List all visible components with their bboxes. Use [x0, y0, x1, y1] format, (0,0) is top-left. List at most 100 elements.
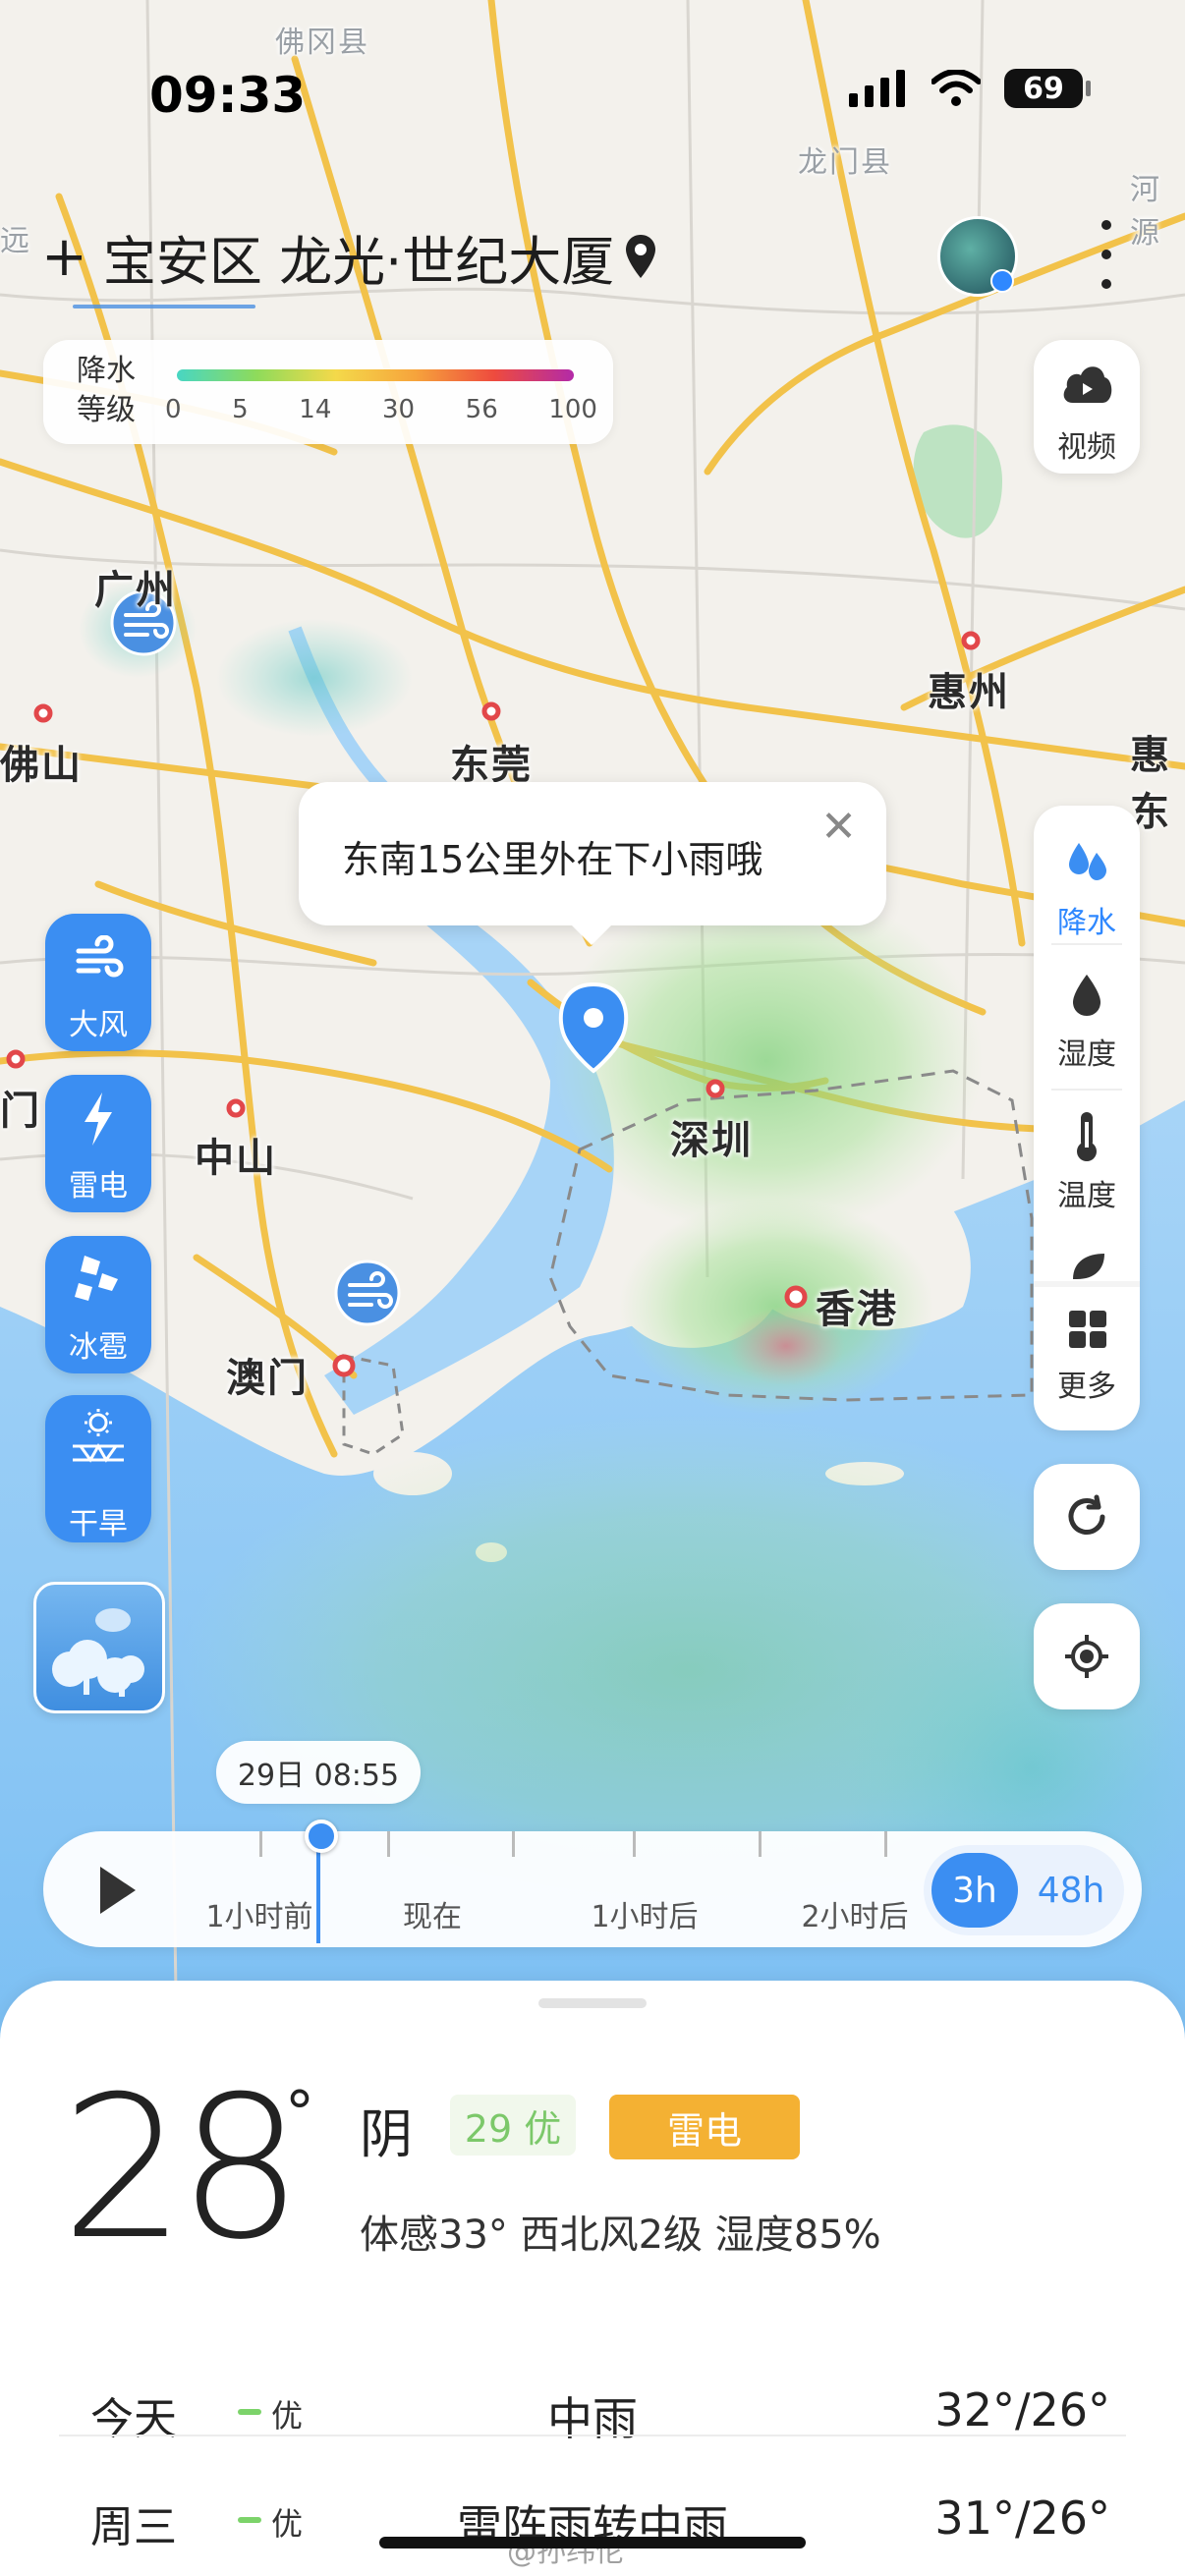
row-divider — [59, 2435, 1126, 2436]
wind-marker-icon[interactable] — [334, 1260, 401, 1326]
timeline-knob[interactable] — [305, 1820, 338, 1853]
video-button[interactable]: 视频 — [1034, 340, 1140, 474]
lightning-icon — [85, 1092, 112, 1146]
legend-ticks: 0 5 14 30 56 100 — [165, 395, 597, 424]
timeline-bar[interactable]: 1小时前 现在 1小时后 2小时后 3h 48h — [43, 1820, 1142, 1947]
locate-icon — [1065, 1635, 1108, 1678]
more-options-icon[interactable] — [1089, 220, 1124, 289]
humidity-drop-icon — [1073, 975, 1100, 1016]
refresh-icon — [1068, 1494, 1105, 1535]
tl-tick — [387, 1831, 390, 1857]
cloud-tree-icon — [52, 1608, 144, 1697]
layer-label: 降水 — [1057, 906, 1116, 940]
video-label: 视频 — [1057, 430, 1116, 465]
map-label-jiangmen: 门 — [0, 1089, 41, 1134]
wifi-icon — [931, 70, 981, 106]
wind-label: 大风 — [69, 1008, 128, 1042]
tl-tick — [259, 1831, 262, 1857]
rain-drops-icon — [1069, 843, 1106, 880]
hail-icon — [75, 1256, 118, 1301]
layer-panel: 降水 湿度 温度 更多 — [1034, 806, 1140, 1430]
tl-label: 2小时后 — [801, 1900, 909, 1934]
weather-detail: 体感33° 西北风2级 湿度85% — [360, 2212, 881, 2258]
current-temperature: 28 — [61, 2054, 303, 2283]
map-label-huizhou: 惠州 — [928, 670, 1010, 715]
legend-tick: 0 — [165, 395, 182, 424]
locate-button[interactable] — [1034, 1603, 1140, 1709]
map-label-guangzhou: 广州 — [94, 568, 177, 613]
range-toggle[interactable]: 3h 48h — [924, 1845, 1124, 1935]
weather-map[interactable]: 佛冈县 龙门县 河源 远 广州 佛山 东莞 惠州 惠东 门 深圳 中山 香港 澳… — [0, 0, 1185, 2063]
legend-tick: 14 — [299, 395, 332, 424]
tl-tick — [884, 1831, 887, 1857]
wind-icon — [76, 935, 124, 978]
home-indicator[interactable] — [379, 2537, 806, 2548]
drought-layer-button[interactable]: 干旱 — [45, 1395, 151, 1542]
wind-layer-button[interactable]: 大风 — [45, 914, 151, 1051]
weather-scene-thumbnail[interactable] — [33, 1582, 165, 1713]
cloud-play-icon — [1063, 366, 1112, 403]
layer-precipitation[interactable]: 降水 — [1034, 815, 1140, 953]
battery-indicator: 69 — [1004, 69, 1091, 108]
legend-tick: 5 — [232, 395, 249, 424]
play-icon[interactable] — [100, 1867, 136, 1914]
avatar-badge-icon — [990, 269, 1014, 293]
tl-tick — [633, 1831, 636, 1857]
map-label-heyuan: 河源 — [1130, 173, 1161, 251]
range-48h-option[interactable]: 48h — [1026, 1853, 1116, 1928]
layer-divider — [1051, 943, 1122, 945]
tl-tick — [759, 1831, 762, 1857]
map-label-zhongshan: 中山 — [195, 1136, 277, 1181]
drought-icon — [73, 1409, 124, 1463]
forecast-row[interactable]: 今天 优 中雨 32°/26° — [59, 2362, 1126, 2460]
status-icons: 69 — [849, 69, 1091, 108]
more-label: 更多 — [1057, 1370, 1116, 1404]
thermometer-icon — [1077, 1112, 1097, 1161]
tl-label: 现在 — [403, 1900, 462, 1934]
temp-degree: ° — [285, 2079, 314, 2148]
lightning-layer-button[interactable]: 雷电 — [45, 1075, 151, 1212]
tl-tick — [512, 1831, 515, 1857]
drought-label: 干旱 — [69, 1507, 128, 1541]
location-name: 宝安区 龙光·世纪大厦 — [102, 231, 615, 293]
close-icon[interactable]: ✕ — [820, 802, 857, 852]
layer-divider — [1051, 1089, 1122, 1091]
forecast-range: 31°/26° — [934, 2492, 1110, 2545]
status-time: 09:33 — [149, 67, 307, 124]
more-layers-button[interactable]: 更多 — [1034, 1291, 1140, 1428]
layer-humidity[interactable]: 湿度 — [1034, 955, 1140, 1092]
map-label-aomen: 澳门 — [226, 1356, 309, 1401]
alert-badge[interactable]: 雷电 — [609, 2095, 800, 2159]
watermark: @孙纬伦 — [507, 2535, 625, 2569]
map-label-xianggang: 香港 — [816, 1287, 898, 1332]
map-label-foshan: 佛山 — [0, 743, 83, 788]
layer-label: 温度 — [1057, 1179, 1116, 1213]
tooltip-text: 东南15公里外在下小雨哦 — [342, 838, 763, 881]
current-time-chip: 29日 08:55 — [216, 1741, 421, 1804]
leaf-icon[interactable] — [1069, 1252, 1108, 1281]
add-location-icon[interactable]: + — [41, 225, 87, 289]
hail-layer-button[interactable]: 冰雹 — [45, 1236, 151, 1373]
location-underline — [73, 305, 255, 308]
legend-tick: 56 — [465, 395, 498, 424]
tl-label: 1小时后 — [591, 1900, 699, 1934]
map-label-shenzhen: 深圳 — [670, 1118, 753, 1163]
map-base — [0, 0, 1185, 2063]
legend-color-bar — [177, 369, 574, 381]
location-selector[interactable]: + 宝安区 龙光·世纪大厦 — [41, 218, 657, 296]
lightning-label: 雷电 — [69, 1169, 128, 1204]
sheet-handle[interactable] — [538, 1998, 647, 2008]
range-3h-option[interactable]: 3h — [931, 1853, 1018, 1928]
aqi-badge[interactable]: 29 优 — [450, 2095, 576, 2156]
hail-label: 冰雹 — [69, 1330, 128, 1365]
layer-temperature[interactable]: 温度 — [1034, 1096, 1140, 1234]
weather-sheet[interactable]: 28 ° 阴 29 优 雷电 体感33° 西北风2级 湿度85% 今天 优 中雨… — [0, 1981, 1185, 2576]
map-label-longmen: 龙门县 — [798, 145, 892, 180]
map-label-fogang: 佛冈县 — [275, 26, 369, 60]
map-pin-icon — [626, 234, 656, 278]
tl-label: 1小时前 — [205, 1900, 313, 1934]
refresh-button[interactable] — [1034, 1464, 1140, 1570]
current-condition: 阴 — [360, 2103, 413, 2165]
precipitation-legend: 降水等级 0 5 14 30 56 100 — [43, 340, 613, 444]
layer-label: 湿度 — [1057, 1037, 1116, 1072]
